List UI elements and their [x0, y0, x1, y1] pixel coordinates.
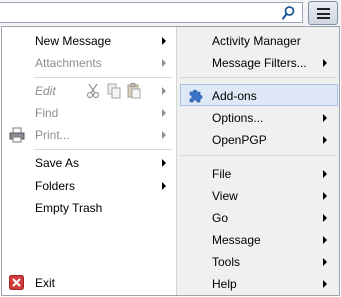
submenu-arrow-icon — [323, 114, 327, 122]
menu-item-activity-manager[interactable]: Activity Manager — [177, 30, 340, 52]
menu-item-label: Add-ons — [212, 89, 257, 103]
menu-item-label: Empty Trash — [35, 201, 103, 215]
menu-item-label: Message — [212, 233, 261, 247]
menu-item-label: Attachments — [35, 56, 102, 70]
menu-separator — [34, 149, 172, 150]
puzzle-piece-icon — [189, 89, 203, 103]
menu-item-new-message[interactable]: New Message — [2, 30, 176, 52]
menu-item-edit[interactable]: Edit — [2, 80, 176, 102]
submenu-arrow-icon — [323, 258, 327, 266]
menu-item-go[interactable]: Go — [177, 207, 340, 229]
cut-icon[interactable] — [86, 83, 100, 99]
menu-item-help[interactable]: Help — [177, 273, 340, 295]
menu-item-label: Tools — [212, 255, 241, 269]
menu-item-openpgp[interactable]: OpenPGP — [177, 129, 340, 151]
menu-item-label: Message Filters... — [212, 56, 307, 70]
submenu-arrow-icon — [323, 59, 327, 67]
menu-item-save-as[interactable]: Save As — [2, 152, 176, 174]
printer-icon — [9, 127, 25, 143]
submenu-arrow-icon — [162, 87, 166, 95]
paste-icon[interactable] — [127, 83, 141, 99]
submenu-arrow-icon — [323, 136, 327, 144]
menu-item-message-filters[interactable]: Message Filters... — [177, 52, 340, 74]
exit-icon — [9, 275, 24, 290]
submenu-arrow-icon — [162, 131, 166, 139]
menu-item-options[interactable]: Options... — [177, 107, 340, 129]
submenu-arrow-icon — [162, 182, 166, 190]
menu-item-label: OpenPGP — [212, 133, 267, 147]
submenu-arrow-icon — [323, 214, 327, 222]
search-input[interactable] — [0, 2, 303, 23]
menu-item-label: Edit — [35, 84, 56, 98]
menu-item-label: Options... — [212, 111, 264, 125]
menu-item-label: New Message — [35, 34, 112, 48]
submenu-arrow-icon — [162, 159, 166, 167]
copy-icon[interactable] — [107, 83, 121, 99]
app-menu-panel: New Message Attachments Edit Find Print.… — [1, 26, 340, 296]
menu-item-folders[interactable]: Folders — [2, 175, 176, 197]
submenu-arrow-icon — [162, 109, 166, 117]
menu-item-label: Exit — [35, 276, 56, 290]
menu-item-label: Print... — [35, 128, 70, 142]
menu-item-print[interactable]: Print... — [2, 124, 176, 146]
menu-item-empty-trash[interactable]: Empty Trash — [2, 197, 176, 219]
menu-item-view[interactable]: View — [177, 185, 340, 207]
submenu-arrow-icon — [323, 170, 327, 178]
search-icon[interactable] — [280, 5, 296, 21]
hamburger-menu-icon — [317, 8, 330, 19]
menu-item-addons[interactable]: Add-ons — [180, 84, 338, 106]
menu-item-label: Folders — [35, 179, 76, 193]
app-menu-left-column: New Message Attachments Edit Find Print.… — [2, 27, 176, 295]
menu-item-tools[interactable]: Tools — [177, 251, 340, 273]
toolbar — [0, 0, 341, 27]
menu-item-find[interactable]: Find — [2, 102, 176, 124]
submenu-arrow-icon — [162, 59, 166, 67]
menu-separator — [181, 77, 336, 78]
menu-item-label: Find — [35, 106, 59, 120]
menu-item-attachments[interactable]: Attachments — [2, 52, 176, 74]
app-menu-button[interactable] — [308, 1, 338, 25]
submenu-arrow-icon — [323, 236, 327, 244]
menu-item-label: Help — [212, 277, 237, 291]
menu-item-label: Go — [212, 211, 229, 225]
app-menu-right-column: Activity Manager Message Filters... Add-… — [176, 27, 339, 295]
menu-item-label: Save As — [35, 156, 80, 170]
menu-item-file[interactable]: File — [177, 163, 340, 185]
submenu-arrow-icon — [162, 37, 166, 45]
menu-item-exit[interactable]: Exit — [2, 272, 176, 294]
menu-item-label: View — [212, 189, 238, 203]
menu-item-label: Activity Manager — [212, 34, 301, 48]
menu-separator — [181, 155, 336, 156]
menu-item-message[interactable]: Message — [177, 229, 340, 251]
submenu-arrow-icon — [323, 280, 327, 288]
submenu-arrow-icon — [323, 192, 327, 200]
menu-item-label: File — [212, 167, 232, 181]
menu-separator — [34, 77, 172, 78]
